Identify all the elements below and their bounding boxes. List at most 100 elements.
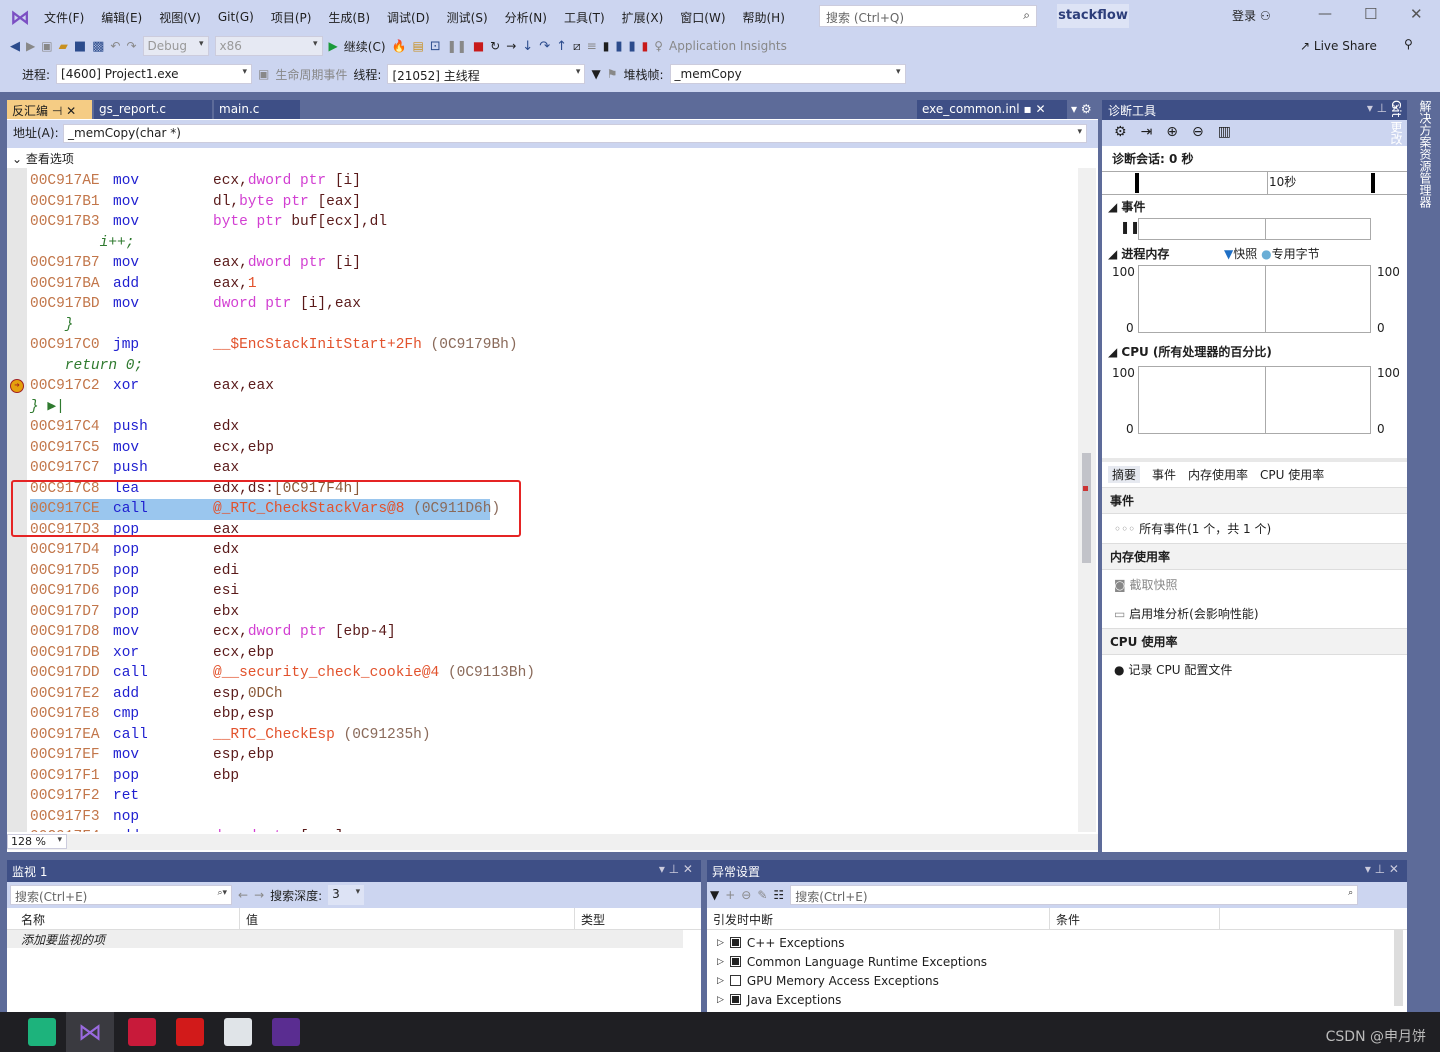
tab-gs-report[interactable]: gs_report.c	[94, 100, 212, 119]
clear-bookmark-icon[interactable]: ▮	[642, 39, 649, 53]
scrollbar-thumb[interactable]	[1082, 453, 1091, 563]
pdf-app-icon[interactable]	[28, 1018, 56, 1046]
app-insights-button[interactable]: Application Insights	[669, 39, 787, 53]
expand-icon[interactable]: ▷	[717, 957, 724, 967]
filter-icon[interactable]: ▼	[710, 888, 719, 902]
hot-reload-icon[interactable]: 🔥	[392, 39, 407, 53]
exception-checkbox[interactable]	[729, 937, 741, 948]
take-snapshot-button[interactable]: ◙ 截取快照	[1102, 570, 1407, 599]
exception-row[interactable]: ▷ GPU Memory Access Exceptions	[707, 971, 1407, 990]
list-icon[interactable]: ☷	[773, 888, 784, 902]
platform-dropdown[interactable]: x86 ▾	[214, 36, 323, 56]
tab-list-dropdown-icon[interactable]: ▾ ⚙	[1071, 102, 1092, 116]
chart-options-icon[interactable]: ▥	[1218, 124, 1231, 142]
add-watch-item[interactable]: 添加要监视的项	[7, 930, 683, 948]
notepad-app-icon[interactable]	[128, 1018, 156, 1046]
export-icon[interactable]: ⇥	[1141, 124, 1153, 142]
back-icon[interactable]: ←	[238, 888, 248, 902]
search-depth-dropdown[interactable]: 3 ▾	[328, 885, 365, 905]
continue-button[interactable]: 继续(C)	[344, 38, 386, 55]
exceptions-search-input[interactable]: 搜索(Ctrl+E) ⌕	[790, 885, 1359, 905]
menu-item[interactable]: 视图(V)	[159, 9, 201, 26]
exception-row[interactable]: ▷ Common Language Runtime Exceptions	[707, 952, 1407, 971]
flag-thread-icon[interactable]: ⚑	[607, 67, 618, 81]
tab-git-changes[interactable]: Git 更改	[1382, 100, 1411, 850]
record-cpu-button[interactable]: ● 记录 CPU 配置文件	[1102, 655, 1407, 684]
remove-icon[interactable]: ⊖	[741, 888, 751, 902]
step-into-icon[interactable]: ↓	[522, 39, 533, 54]
prev-bookmark-icon[interactable]: ▮	[615, 39, 622, 54]
process-dropdown[interactable]: [4600] Project1.exe ▾	[56, 64, 253, 84]
instruction-line[interactable]: 00C917D4 pop edx	[7, 540, 1075, 561]
close-button[interactable]: ✕	[1410, 5, 1423, 23]
col-value[interactable]: 值	[240, 908, 575, 929]
visual-studio-app-icon[interactable]: ⋈	[76, 1018, 104, 1046]
add-icon[interactable]: +	[725, 888, 735, 902]
menu-item[interactable]: 文件(F)	[44, 9, 84, 26]
restart-icon[interactable]: ↻	[490, 39, 500, 53]
filter-icon[interactable]: ▼	[591, 67, 600, 81]
tab-exe-common[interactable]: exe_common.inl ▪ ✕	[917, 100, 1067, 119]
maximize-button[interactable]: ☐	[1364, 5, 1377, 23]
feedback-icon[interactable]: ⚲	[1404, 37, 1413, 51]
menu-item[interactable]: 项目(P)	[271, 9, 312, 26]
menu-item[interactable]: 工具(T)	[564, 9, 605, 26]
col-name[interactable]: 名称	[15, 908, 240, 929]
exception-checkbox[interactable]	[729, 975, 741, 986]
source-line[interactable]: return 0;	[7, 356, 1075, 377]
step-out-icon[interactable]: ↑	[556, 39, 567, 54]
view-options-toggle[interactable]: ⌄ 查看选项	[12, 150, 74, 167]
hex-display-icon[interactable]: ⧄	[573, 39, 581, 54]
instruction-line[interactable]: 00C917BD mov dword ptr [i],eax	[7, 294, 1075, 315]
instruction-line[interactable]: 00C917F2 ret	[7, 786, 1075, 807]
menu-item[interactable]: 测试(S)	[447, 9, 488, 26]
minimize-button[interactable]: —	[1318, 6, 1332, 22]
pojie-app-icon[interactable]	[176, 1018, 204, 1046]
zoom-out-icon[interactable]: ⊖	[1192, 124, 1204, 142]
process-memory-section[interactable]: ◢ 进程内存 ▼快照 ●专用字节	[1102, 242, 1407, 265]
screenshot-icon[interactable]: ⊡	[430, 39, 441, 54]
new-item-icon[interactable]: ▣	[41, 39, 52, 53]
forward-icon[interactable]: →	[254, 888, 264, 902]
address-input[interactable]: _memCopy(char *) ▾	[63, 124, 1087, 143]
instruction-line[interactable]: 00C917EF mov esp,ebp	[7, 745, 1075, 766]
source-line[interactable]: }	[7, 315, 1075, 336]
edit-icon[interactable]: ✎	[757, 888, 767, 902]
diag-tab[interactable]: 内存使用率	[1188, 466, 1248, 483]
undo-icon[interactable]: ↶	[110, 39, 120, 53]
pin-icon[interactable]: ⊣	[52, 104, 62, 118]
instruction-line[interactable]: 00C917DB xor ecx,ebp	[7, 643, 1075, 664]
instruction-line[interactable]: 00C917D8 mov ecx,dword ptr [ebp-4]	[7, 622, 1075, 643]
instruction-line[interactable]: 00C917D6 pop esi	[7, 581, 1075, 602]
lifecycle-events-button[interactable]: 生命周期事件	[275, 66, 347, 83]
login-button[interactable]: 登录 ⚇	[1232, 7, 1271, 24]
menu-item[interactable]: Git(G)	[218, 10, 254, 24]
instruction-line[interactable]: 00C917B3 mov byte ptr buf[ecx],dl	[7, 212, 1075, 233]
expand-icon[interactable]: ▷	[717, 995, 724, 1005]
forward-icon[interactable]: ▶	[26, 39, 35, 53]
instruction-line[interactable]: ➜ 00C917C2 xor eax,eax	[7, 376, 1075, 397]
col-conditions[interactable]: 条件	[1050, 908, 1220, 929]
find-icon[interactable]: ▤	[412, 39, 423, 53]
menu-item[interactable]: 帮助(H)	[743, 9, 785, 26]
next-bookmark-icon[interactable]: ▮	[628, 39, 635, 54]
stop-icon[interactable]: ■	[473, 39, 484, 53]
document-app-icon[interactable]	[224, 1018, 252, 1046]
watch-search-input[interactable]: 搜索(Ctrl+E) ⌕▾	[10, 885, 232, 905]
redo-icon[interactable]: ↷	[126, 39, 136, 53]
config-dropdown[interactable]: Debug ▾	[142, 36, 209, 56]
instruction-line[interactable]: 00C917DD call @__security_check_cookie@4 (…	[7, 663, 1075, 684]
stackframe-dropdown[interactable]: _memCopy ▾	[669, 64, 906, 84]
current-instruction-arrow-icon[interactable]: ➜	[10, 379, 24, 393]
instruction-line[interactable]: 00C917E2 add esp,0DCh	[7, 684, 1075, 705]
menu-item[interactable]: 生成(B)	[328, 9, 370, 26]
diag-tab[interactable]: 摘要	[1108, 466, 1141, 483]
open-folder-icon[interactable]: ▰	[59, 39, 68, 53]
instruction-line[interactable]: 00C917B1 mov dl,byte ptr [eax]	[7, 192, 1075, 213]
tab-disassembly[interactable]: 反汇编 ⊣ ✕	[7, 100, 92, 119]
expand-icon[interactable]: ▷	[717, 976, 724, 986]
instruction-line[interactable]: 00C917F3 nop	[7, 807, 1075, 828]
timeline-ruler[interactable]: 10秒	[1102, 171, 1407, 195]
pin-icon[interactable]: ▪	[1023, 102, 1031, 116]
save-all-icon[interactable]: ▩	[92, 39, 104, 54]
